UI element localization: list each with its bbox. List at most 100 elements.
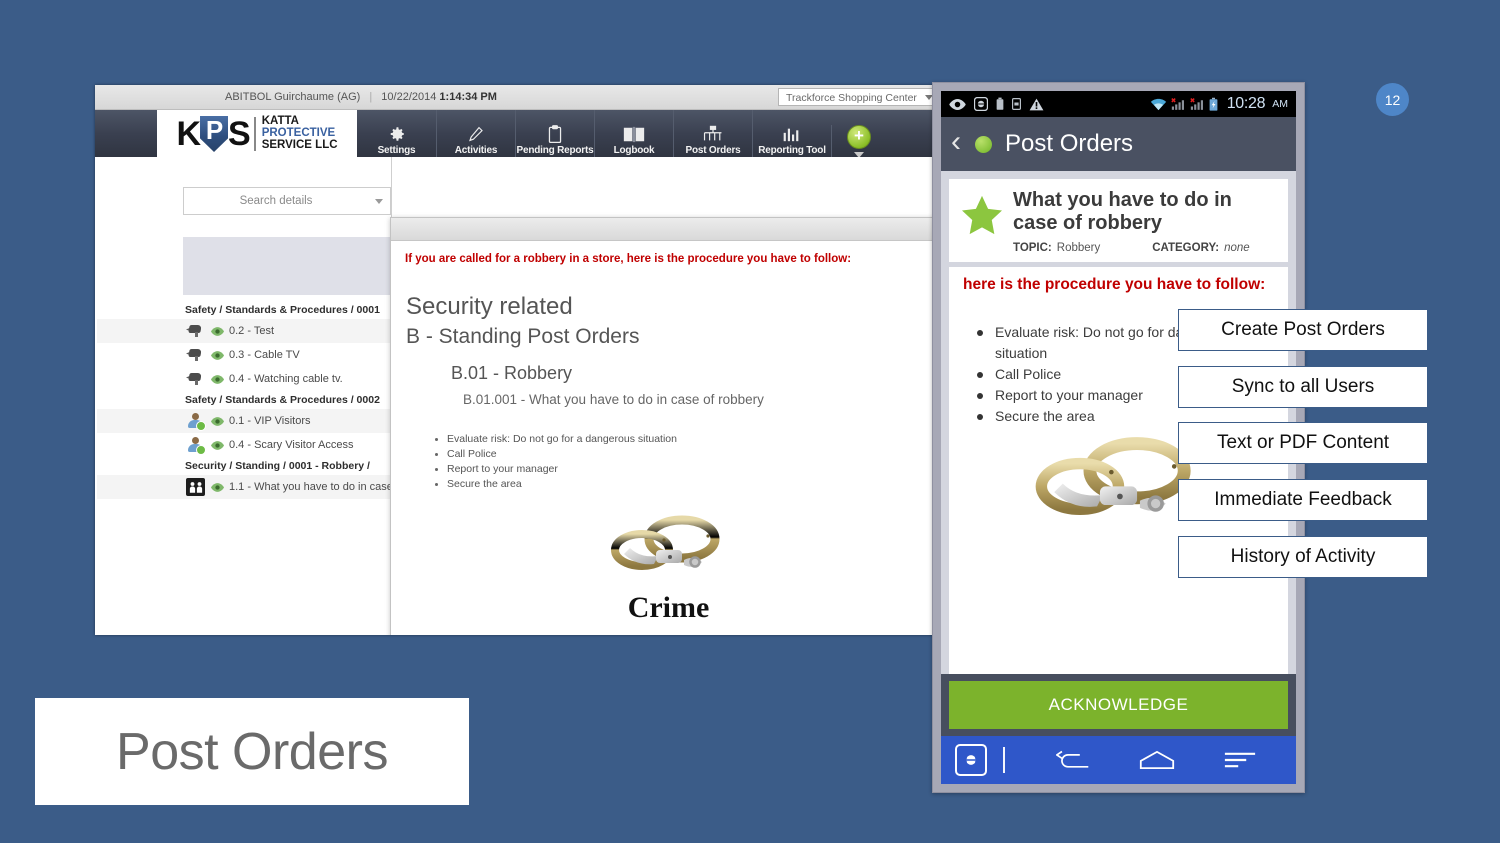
tree-item-label: 0.4 - Scary Visitor Access	[229, 439, 354, 451]
crime-image-block: Crime	[391, 514, 945, 625]
tree-item[interactable]: 0.2 - Test	[97, 319, 391, 343]
topbar-username: ABITBOL Guirchaume (AG)	[225, 91, 361, 103]
tree-item[interactable]: 0.1 - VIP Visitors	[97, 409, 391, 433]
tree-item[interactable]: 1.1 - What you have to do in case	[97, 475, 391, 499]
tree-item[interactable]: 0.3 - Cable TV	[97, 343, 391, 367]
status-bar-ampm: AM	[1272, 98, 1288, 110]
topic-label: TOPIC:	[1013, 241, 1052, 254]
nav-label-logbook: Logbook	[613, 145, 655, 156]
back-icon[interactable]	[1031, 749, 1115, 771]
android-navigation-bar	[941, 736, 1296, 784]
battery-icon	[996, 97, 1004, 110]
category-label: CATEGORY:	[1152, 241, 1220, 254]
nav-item-reporting-tool[interactable]: Reporting Tool	[752, 110, 831, 158]
tree-group-header: Safety / Standards & Procedures / 0002	[185, 394, 380, 406]
warning-icon	[1029, 98, 1044, 110]
desktop-topbar: ABITBOL Guirchaume (AG) | 10/22/2014 1:1…	[95, 85, 945, 110]
acknowledge-bar: ACKNOWLEDGE	[941, 674, 1296, 736]
eye-icon	[211, 440, 224, 450]
slide-title-box: Post Orders	[32, 695, 472, 808]
tree-item-label: 1.1 - What you have to do in case	[229, 481, 391, 493]
shield-icon: P	[200, 115, 229, 152]
search-input[interactable]: Search details	[183, 187, 391, 215]
detail-bullet: Evaluate risk: Do not go for a dangerous…	[435, 433, 945, 446]
card-header-text: What you have to do in case of robbery T…	[1013, 189, 1276, 254]
site-selector-dropdown[interactable]: Trackforce Shopping Center	[778, 88, 938, 106]
nav-item-activities[interactable]: Activities	[436, 110, 515, 158]
eye-icon	[211, 374, 224, 384]
detail-bullet-list: Evaluate risk: Do not go for a dangerous…	[435, 433, 945, 492]
nav-label-activities: Activities	[454, 145, 498, 156]
eye-icon	[211, 482, 224, 492]
filter-panel	[183, 237, 391, 295]
callout-text-or-pdf-content: Text or PDF Content	[1178, 422, 1428, 464]
eye-icon	[949, 98, 966, 110]
camera-icon	[185, 346, 207, 364]
kps-letter-k: K	[176, 115, 201, 153]
category-value: none	[1224, 241, 1250, 254]
hierarchy-icon	[702, 123, 724, 145]
site-selector-value: Trackforce Shopping Center	[786, 92, 917, 104]
detail-bullet: Call Police	[435, 448, 945, 461]
kps-logo-mark: K P S KATTA PROTECTIVE SERVICE LLC	[176, 115, 338, 153]
recents-icon[interactable]	[1198, 750, 1282, 770]
detail-panel-header	[391, 218, 945, 241]
slide-canvas: ABITBOL Guirchaume (AG) | 10/22/2014 1:1…	[0, 0, 1500, 843]
back-arrow-icon[interactable]: ‹	[951, 127, 961, 161]
status-bar-time: 10:28	[1226, 95, 1266, 112]
phone-app-bar: ‹ Post Orders	[941, 117, 1296, 171]
kps-logo-letters: K P S	[176, 115, 251, 153]
add-button[interactable]: +	[831, 125, 886, 158]
tree-group-header: Safety / Standards & Procedures / 0001	[185, 304, 380, 316]
wifi-icon	[1150, 98, 1166, 111]
nav-item-logbook[interactable]: Logbook	[594, 110, 673, 158]
acknowledge-button[interactable]: ACKNOWLEDGE	[949, 681, 1288, 729]
teamviewer-icon[interactable]	[955, 744, 987, 776]
nav-label-reporting-tool: Reporting Tool	[758, 145, 826, 156]
eye-icon	[211, 416, 224, 426]
bar-chart-icon	[782, 123, 802, 145]
crime-caption: Crime	[627, 590, 710, 624]
desktop-app-screenshot: ABITBOL Guirchaume (AG) | 10/22/2014 1:1…	[95, 85, 945, 635]
detail-red-note: If you are called for a robbery in a sto…	[405, 253, 852, 265]
home-icon[interactable]	[1115, 749, 1199, 771]
topbar-date: 10/22/2014	[381, 91, 437, 103]
nav-item-post-orders[interactable]: Post Orders	[673, 110, 752, 158]
detail-heading-3: B.01 - Robbery	[451, 363, 573, 383]
card-title: What you have to do in case of robbery	[1013, 189, 1232, 234]
kps-letter-s: S	[228, 115, 251, 153]
tree-item[interactable]: 0.4 - Scary Visitor Access	[97, 433, 391, 457]
handcuffs-image	[610, 515, 719, 570]
star-icon	[962, 195, 1002, 235]
eye-icon	[211, 326, 224, 336]
app-bar-title: Post Orders	[1005, 130, 1134, 157]
desktop-navigation-bar: K P S KATTA PROTECTIVE SERVICE LLC Setti…	[95, 110, 945, 158]
topbar-time: 1:14:34 PM	[439, 91, 497, 103]
visitor-icon	[185, 436, 207, 455]
signal-no-service-icon	[1190, 98, 1203, 110]
sim-icon	[1012, 98, 1021, 110]
card-red-note: here is the procedure you have to follow…	[963, 275, 1266, 293]
nav-item-settings[interactable]: Settings	[357, 110, 436, 158]
detail-heading-2: B - Standing Post Orders	[406, 325, 640, 348]
tree-item-label: 0.4 - Watching cable tv.	[229, 373, 343, 385]
desktop-body: Search details Safety / Standards & Proc…	[95, 157, 945, 635]
tree-item[interactable]: 0.4 - Watching cable tv.	[97, 367, 391, 391]
status-icons-left	[949, 97, 1044, 111]
logo-word-service: SERVICE LLC	[261, 138, 338, 151]
search-placeholder: Search details	[239, 195, 313, 207]
teamviewer-icon	[974, 97, 988, 111]
logo-divider	[253, 117, 256, 151]
post-orders-tree: Safety / Standards & Procedures / 0001 0…	[95, 301, 391, 499]
signal-no-service-icon	[1171, 98, 1184, 110]
kps-letter-p: P	[205, 115, 223, 145]
tree-group-header: Security / Standing / 0001 - Robbery /	[185, 460, 370, 472]
callout-immediate-feedback: Immediate Feedback	[1178, 479, 1428, 521]
camera-icon	[185, 370, 207, 388]
tree-item-label: 0.2 - Test	[229, 325, 275, 337]
post-order-detail-panel: If you are called for a robbery in a sto…	[390, 217, 945, 635]
kps-logo-words: KATTA PROTECTIVE SERVICE LLC	[262, 116, 338, 151]
nav-item-pending-reports[interactable]: Pending Reports	[515, 110, 594, 158]
camera-icon	[185, 322, 207, 340]
status-icons-right: 10:28 AM	[1150, 95, 1288, 113]
